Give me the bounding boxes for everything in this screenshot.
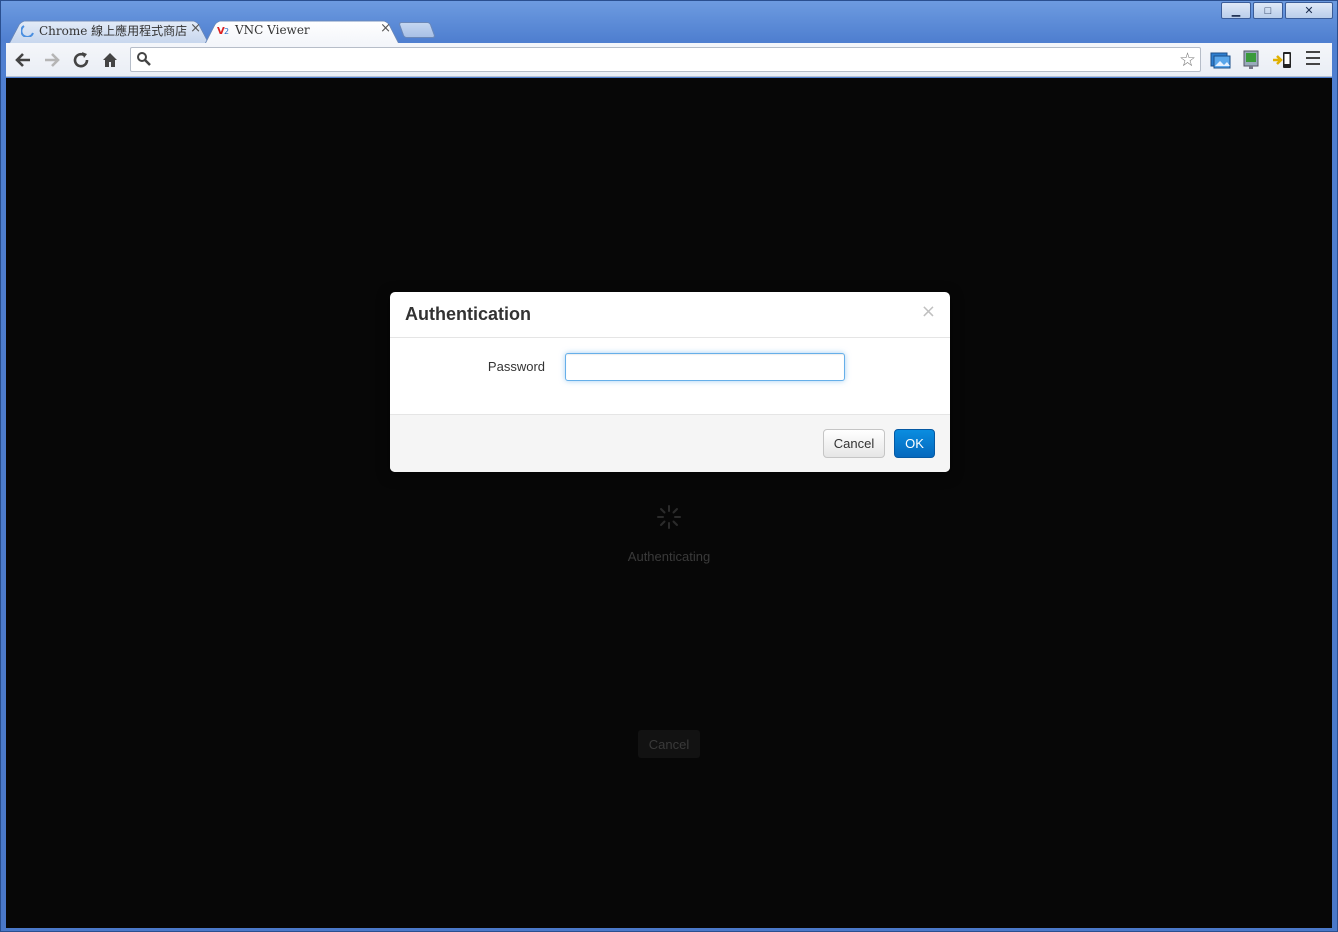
maximize-button[interactable]: □ xyxy=(1253,2,1283,19)
ok-button[interactable]: OK xyxy=(894,429,935,458)
dialog-body: Password xyxy=(390,338,950,414)
forward-arrow-icon[interactable] xyxy=(41,49,63,71)
minimize-button[interactable]: ▁ xyxy=(1221,2,1251,19)
browser-toolbar: ☆ xyxy=(6,43,1332,77)
window-controls: ▁ □ ✕ xyxy=(1219,2,1333,19)
search-icon xyxy=(137,52,151,66)
svg-text:2: 2 xyxy=(224,27,229,36)
authentication-dialog: Authentication × Password Cancel OK xyxy=(390,292,950,472)
extension-send-to-phone-icon[interactable] xyxy=(1272,49,1294,71)
tab-close-icon[interactable]: × xyxy=(380,21,391,36)
dialog-footer: Cancel OK xyxy=(390,414,950,472)
password-input[interactable] xyxy=(565,353,845,381)
new-tab-button[interactable] xyxy=(398,22,436,38)
tab-title: VNC Viewer xyxy=(235,23,310,37)
extension-remote-desktop-icon[interactable] xyxy=(1240,49,1262,71)
password-label: Password xyxy=(487,359,545,374)
back-arrow-icon[interactable] xyxy=(12,49,34,71)
bookmark-star-icon[interactable]: ☆ xyxy=(1179,49,1196,71)
dialog-header: Authentication × xyxy=(390,292,950,338)
tab-vnc-viewer[interactable]: V 2 VNC Viewer × xyxy=(205,17,399,43)
vnc-viewport: Authenticating Cancel Authentication × P… xyxy=(6,78,1332,928)
dialog-close-icon[interactable]: × xyxy=(921,301,936,322)
tab-title: Chrome 線上應用程式商店 xyxy=(39,23,188,38)
browser-window: ▁ □ ✕ Chrome 線上應用程式商店 × V 2 VNC Viewer × xyxy=(0,0,1338,932)
extension-photo-icon[interactable] xyxy=(1209,49,1231,71)
loading-spinner-icon xyxy=(657,505,681,529)
menu-icon[interactable] xyxy=(1306,51,1320,67)
window-close-button[interactable]: ✕ xyxy=(1285,2,1333,19)
background-cancel-button[interactable]: Cancel xyxy=(638,730,700,758)
address-bar[interactable]: ☆ xyxy=(130,47,1201,72)
cancel-button[interactable]: Cancel xyxy=(823,429,885,458)
chrome-store-icon xyxy=(21,25,34,37)
dialog-title: Authentication xyxy=(405,304,531,324)
reload-icon[interactable] xyxy=(70,49,92,71)
vnc-icon: V 2 xyxy=(217,26,229,37)
home-icon[interactable] xyxy=(99,49,121,71)
tab-strip: Chrome 線上應用程式商店 × V 2 VNC Viewer × xyxy=(9,17,909,43)
tab-close-icon[interactable]: × xyxy=(190,21,201,36)
tab-chrome-store[interactable]: Chrome 線上應用程式商店 × xyxy=(9,17,209,43)
connection-status-text: Authenticating xyxy=(627,549,711,564)
